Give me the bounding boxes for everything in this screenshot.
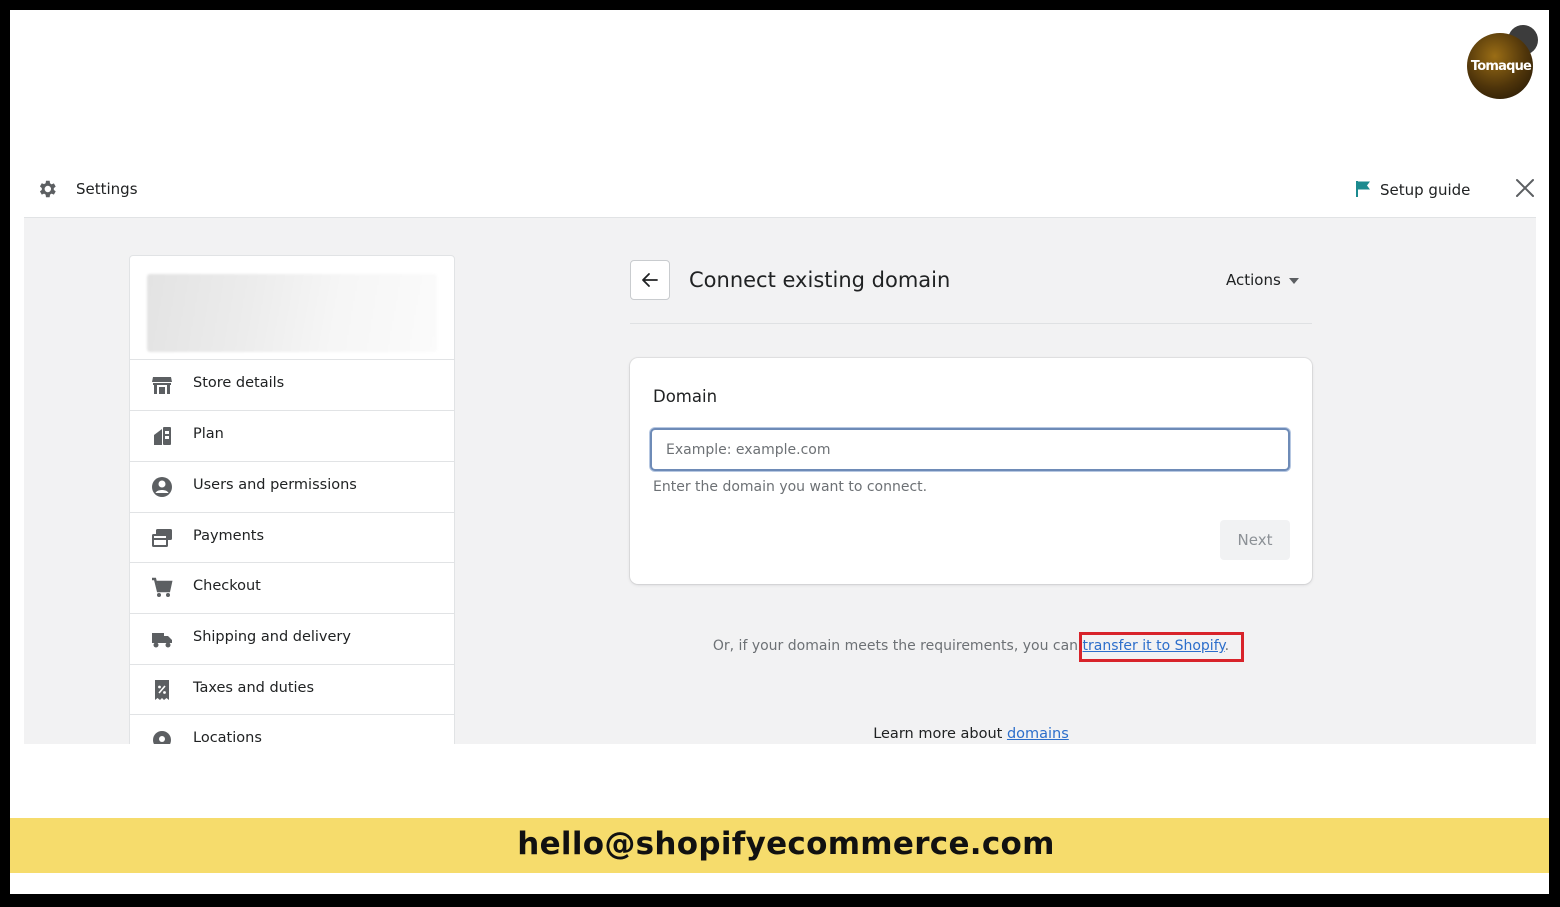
title-divider (630, 323, 1312, 324)
flag-icon (1356, 181, 1370, 197)
location-icon (153, 731, 171, 744)
store-banner-blurred (147, 274, 437, 352)
settings-main: Store details Plan Users and permissions (24, 218, 1536, 744)
sidebar-item-locations[interactable]: Locations (130, 714, 454, 744)
setup-guide-link[interactable]: Setup guide (1380, 181, 1470, 199)
domain-heading: Domain (653, 387, 718, 406)
contact-email: hello@shopifyecommerce.com (517, 826, 1055, 862)
highlight-box (1079, 632, 1244, 662)
payments-icon (152, 529, 172, 547)
settings-sidebar: Store details Plan Users and permissions (129, 255, 455, 744)
store-icon (152, 377, 172, 394)
close-icon[interactable] (1514, 177, 1536, 199)
settings-title: Settings (76, 180, 138, 198)
sidebar-item-checkout[interactable]: Checkout (130, 562, 454, 613)
user-icon (152, 477, 172, 497)
domain-input[interactable] (650, 428, 1290, 471)
plan-icon (154, 427, 171, 445)
sidebar-item-payments[interactable]: Payments (130, 512, 454, 563)
next-button[interactable]: Next (1220, 520, 1290, 560)
cart-icon (152, 577, 173, 597)
sidebar-item-users-and-permissions[interactable]: Users and permissions (130, 461, 454, 512)
sidebar-item-plan[interactable]: Plan (130, 410, 454, 461)
domains-link[interactable]: domains (1007, 726, 1069, 742)
page-title: Connect existing domain (689, 268, 951, 292)
truck-icon (152, 633, 172, 648)
tax-receipt-icon (155, 680, 169, 700)
back-button[interactable] (630, 260, 670, 300)
sidebar-item-taxes-and-duties[interactable]: Taxes and duties (130, 664, 454, 715)
screenshot-frame: Tomaque Settings Setup guide Store detai… (10, 10, 1549, 894)
actions-label: Actions (1226, 271, 1281, 289)
settings-topbar: Settings Setup guide (24, 160, 1536, 218)
domain-card: Domain Enter the domain you want to conn… (630, 358, 1312, 584)
contact-banner: hello@shopifyecommerce.com (10, 818, 1549, 873)
domain-help-text: Enter the domain you want to connect. (653, 479, 928, 495)
sidebar-item-store-details[interactable]: Store details (130, 359, 454, 410)
sidebar-item-shipping-and-delivery[interactable]: Shipping and delivery (130, 613, 454, 664)
caret-down-icon (1288, 278, 1299, 284)
gear-icon (39, 180, 56, 198)
arrow-left-icon (642, 273, 658, 287)
tomaque-logo: Tomaque (1465, 25, 1538, 99)
actions-dropdown[interactable]: Actions (1226, 271, 1299, 289)
learn-more-text: Learn more about domains (873, 726, 1069, 742)
